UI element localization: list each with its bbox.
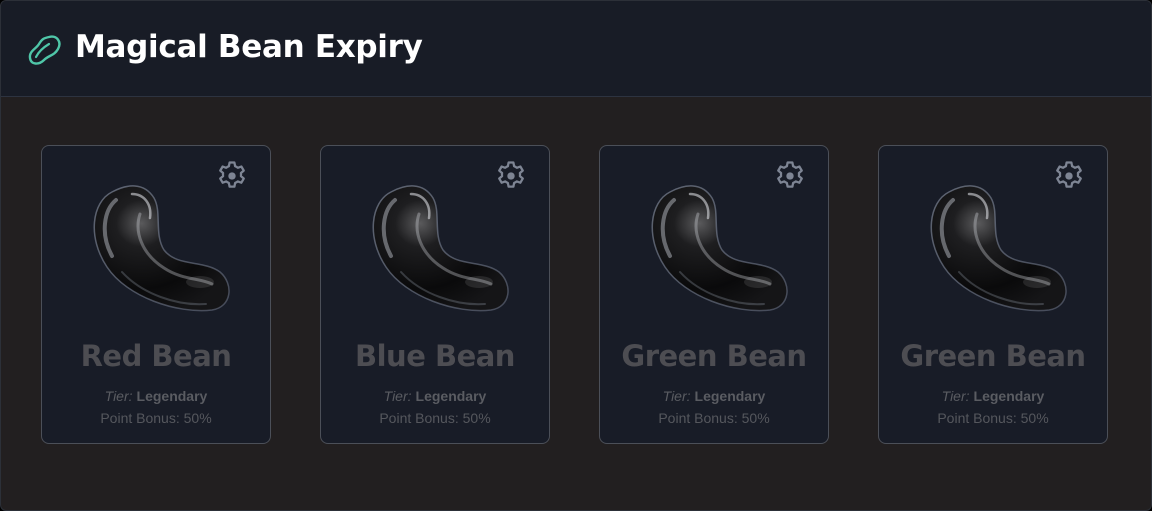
bean-image xyxy=(919,172,1069,318)
bean-card[interactable]: Red Bean Tier: Legendary Point Bonus: 50% xyxy=(41,145,271,444)
tier-value: Legendary xyxy=(136,388,208,404)
bean-card[interactable]: Green Bean Tier: Legendary Point Bonus: 5… xyxy=(599,145,829,444)
bean-name: Blue Bean xyxy=(355,339,515,373)
bean-name: Green Bean xyxy=(900,339,1086,373)
point-bonus: Point Bonus: 50% xyxy=(658,410,770,426)
tier-label: Tier: xyxy=(662,388,691,404)
bean-image xyxy=(361,172,511,318)
tier-label: Tier: xyxy=(941,388,970,404)
app-window: Magical Bean Expiry Red Bean Tier: Legend… xyxy=(0,0,1152,511)
tier-label: Tier: xyxy=(383,388,412,404)
point-bonus: Point Bonus: 50% xyxy=(937,410,1049,426)
bean-card[interactable]: Green Bean Tier: Legendary Point Bonus: 5… xyxy=(878,145,1108,444)
point-bonus: Point Bonus: 50% xyxy=(379,410,491,426)
tier-line: Tier: Legendary xyxy=(42,388,270,404)
tier-value: Legendary xyxy=(973,388,1045,404)
tier-line: Tier: Legendary xyxy=(879,388,1107,404)
tier-label: Tier: xyxy=(104,388,133,404)
header-bar: Magical Bean Expiry xyxy=(1,1,1151,97)
bean-name: Green Bean xyxy=(621,339,807,373)
bean-outline-icon xyxy=(28,35,61,65)
bean-name: Red Bean xyxy=(80,339,232,373)
bean-card[interactable]: Blue Bean Tier: Legendary Point Bonus: 50… xyxy=(320,145,550,444)
tier-line: Tier: Legendary xyxy=(321,388,549,404)
bean-image xyxy=(640,172,790,318)
point-bonus: Point Bonus: 50% xyxy=(100,410,212,426)
tier-line: Tier: Legendary xyxy=(600,388,828,404)
page-title: Magical Bean Expiry xyxy=(75,29,423,65)
bean-image xyxy=(82,172,232,318)
tier-value: Legendary xyxy=(415,388,487,404)
tier-value: Legendary xyxy=(694,388,766,404)
